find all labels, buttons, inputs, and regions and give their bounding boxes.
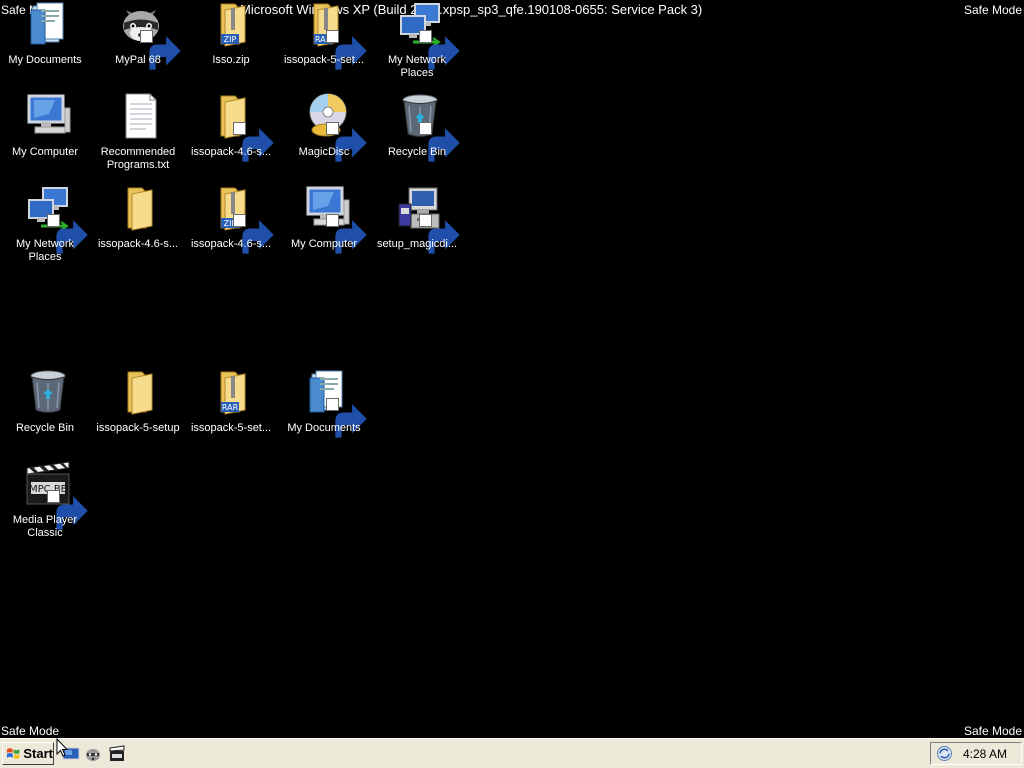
desktop-icon-label: issopack-5-setup: [96, 422, 180, 434]
desktop-icon-label: My Computer: [290, 238, 358, 250]
rar-folder-icon: RAR: [211, 368, 257, 416]
system-tray: 4:28 AM: [930, 742, 1022, 765]
shortcut-arrow-icon: [47, 490, 88, 530]
folder-icon: [118, 368, 164, 416]
shortcut-arrow-icon: [326, 122, 367, 162]
my-documents-icon: [304, 368, 367, 438]
windows-flag-icon: [6, 748, 20, 759]
svg-text:ZIP: ZIP: [224, 35, 237, 44]
desktop-icon[interactable]: issopack-4.6-s...: [94, 184, 182, 272]
my-documents-icon: [25, 0, 71, 48]
desktop-icon[interactable]: My Network Places: [1, 184, 89, 272]
shortcut-arrow-icon: [419, 30, 460, 70]
desktop-icon-label: issopack-5-set...: [283, 54, 365, 66]
desktop-icon[interactable]: ZIP issopack-4.6-s...: [187, 184, 275, 272]
taskbar: Start 4:28 AM: [0, 738, 1024, 768]
media-player-icon[interactable]: [108, 745, 126, 763]
folder-icon: [211, 92, 274, 162]
safe-mode-label: Safe Mode: [1, 724, 60, 738]
desktop-icon[interactable]: issopack-4.6-s...: [187, 92, 275, 180]
desktop-icon[interactable]: MyPal 68: [94, 0, 182, 88]
raccoon-icon: [118, 0, 181, 70]
desktop-icon-label: My Network Places: [15, 238, 75, 263]
raccoon-icon[interactable]: [84, 745, 102, 763]
cd-icon: [304, 92, 367, 162]
rar-folder-icon: RAR: [304, 0, 367, 70]
desktop-icon-label: issopack-4.6-s...: [190, 238, 272, 250]
shortcut-arrow-icon: [419, 122, 460, 162]
desktop-icon[interactable]: RAR issopack-5-set...: [187, 368, 275, 456]
desktop-icon-label: issopack-5-set...: [190, 422, 272, 434]
zip-folder-icon: ZIP: [211, 184, 274, 254]
desktop-icon-label: MagicDisc: [298, 146, 350, 158]
desktop-icon-label: My Documents: [8, 54, 82, 66]
desktop-icon[interactable]: My Computer: [1, 92, 89, 180]
desktop-icon-label: Recycle Bin: [387, 146, 447, 158]
desktop-icon-label: Recommended Programs.txt: [100, 146, 176, 171]
network-places-icon: [397, 0, 460, 70]
folder-icon: [118, 184, 164, 232]
safe-mode-label: Safe Mode: [963, 724, 1022, 738]
shortcut-arrow-icon: [326, 30, 367, 70]
desktop-icon[interactable]: My Documents: [280, 368, 368, 456]
sync-icon[interactable]: [936, 745, 953, 762]
start-label: Start: [23, 746, 53, 761]
desktop-icon[interactable]: MPC BE Media Player Classic: [1, 460, 89, 548]
svg-text:RAR: RAR: [222, 403, 239, 412]
desktop[interactable]: Safe Mode Safe Mode Safe Mode Safe Mode …: [0, 0, 1024, 738]
recycle-bin-icon: [397, 92, 460, 162]
desktop-icon[interactable]: ZIP Isso.zip: [187, 0, 275, 88]
zip-folder-icon: ZIP: [211, 0, 257, 48]
desktop-icon[interactable]: Recycle Bin: [373, 92, 461, 180]
desktop-icon[interactable]: My Network Places: [373, 0, 461, 88]
desktop-icon-label: Media Player Classic: [12, 514, 78, 539]
recycle-bin-icon: [25, 368, 71, 416]
safe-mode-label: Safe Mode: [963, 3, 1022, 17]
shortcut-arrow-icon: [326, 398, 367, 438]
desktop-icon[interactable]: setup_magicdi...: [373, 184, 461, 272]
desktop-icon-label: Isso.zip: [212, 54, 250, 66]
shortcut-arrow-icon: [233, 214, 274, 254]
desktop-icon[interactable]: issopack-5-setup: [94, 368, 182, 456]
desktop-icon[interactable]: RAR issopack-5-set...: [280, 0, 368, 88]
desktop-icon[interactable]: Recommended Programs.txt: [94, 92, 182, 180]
desktop-icon-label: My Computer: [11, 146, 79, 158]
text-file-icon: [118, 92, 164, 140]
desktop-icon[interactable]: MagicDisc: [280, 92, 368, 180]
my-computer-icon: [304, 184, 367, 254]
start-button[interactable]: Start: [2, 742, 54, 765]
shortcut-arrow-icon: [326, 214, 367, 254]
desktop-icon-label: issopack-4.6-s...: [190, 146, 272, 158]
my-computer-icon: [25, 92, 71, 140]
desktop-icon-label: setup_magicdi...: [376, 238, 458, 250]
desktop-icon-label: MyPal 68: [115, 54, 161, 66]
shortcut-arrow-icon: [419, 214, 460, 254]
desktop-icon[interactable]: My Documents: [1, 0, 89, 88]
shortcut-arrow-icon: [233, 122, 274, 162]
shortcut-arrow-icon: [47, 214, 88, 254]
desktop-icon-label: Recycle Bin: [15, 422, 75, 434]
mouse-cursor: [56, 738, 68, 757]
desktop-icon[interactable]: My Computer: [280, 184, 368, 272]
network-places-icon: [25, 184, 88, 254]
setup-icon: [397, 184, 460, 254]
clock[interactable]: 4:28 AM: [963, 747, 1007, 761]
desktop-icon-label: issopack-4.6-s...: [97, 238, 179, 250]
desktop-icon[interactable]: Recycle Bin: [1, 368, 89, 456]
desktop-icon-label: My Network Places: [387, 54, 447, 79]
desktop-icon-label: My Documents: [287, 422, 361, 434]
media-player-icon: MPC BE: [25, 460, 88, 530]
shortcut-arrow-icon: [140, 30, 181, 70]
